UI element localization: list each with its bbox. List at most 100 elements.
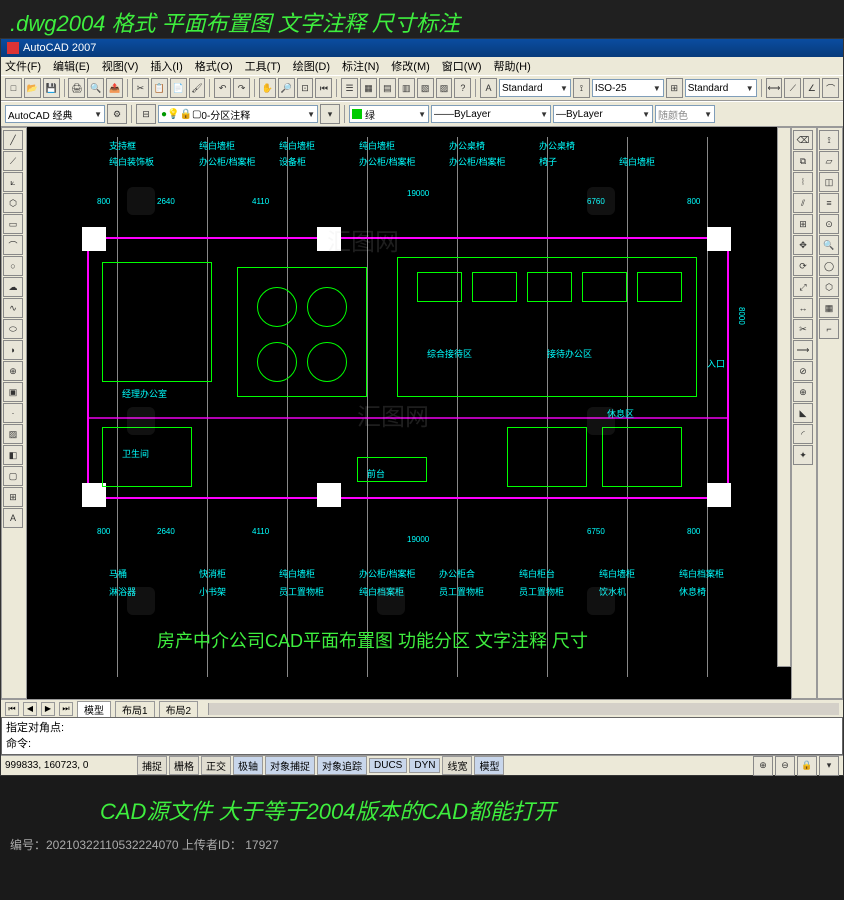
menu-help[interactable]: 帮助(H) — [494, 58, 531, 74]
otrack-toggle[interactable]: 对象追踪 — [317, 756, 367, 775]
line-icon[interactable]: ╱ — [3, 130, 23, 150]
vscroll[interactable] — [777, 127, 791, 667]
revcloud-icon[interactable]: ☁ — [3, 277, 23, 297]
calc-icon[interactable]: ▨ — [436, 78, 453, 98]
lwt-toggle[interactable]: 线宽 — [442, 756, 472, 775]
3dorbit-icon[interactable]: ⬡ — [819, 277, 839, 297]
polygon-icon[interactable]: ⬡ — [3, 193, 23, 213]
menu-format[interactable]: 格式(O) — [195, 58, 233, 74]
menu-edit[interactable]: 编辑(E) — [53, 58, 90, 74]
array-icon[interactable]: ⊞ — [793, 214, 813, 234]
block-icon[interactable]: ▣ — [3, 382, 23, 402]
grid-toggle[interactable]: 栅格 — [169, 756, 199, 775]
tool-palette-icon[interactable]: ▤ — [379, 78, 396, 98]
textstyle-icon[interactable]: A — [480, 78, 497, 98]
redo-icon[interactable]: ↷ — [233, 78, 250, 98]
markup-icon[interactable]: ▧ — [417, 78, 434, 98]
explode-icon[interactable]: ✦ — [793, 445, 813, 465]
layer-prop-icon[interactable]: ⊟ — [136, 104, 156, 124]
dim-linear-icon[interactable]: ⟷ — [766, 78, 783, 98]
plotstyle-select[interactable]: 随颜色 — [655, 105, 715, 123]
scale-icon[interactable]: ⤢ — [793, 277, 813, 297]
rotate-icon[interactable]: ⟳ — [793, 256, 813, 276]
annovis-icon[interactable]: ⊖ — [775, 756, 795, 776]
annoscale-icon[interactable]: ⊕ — [753, 756, 773, 776]
tab-layout2[interactable]: 布局2 — [159, 701, 199, 717]
layer-state-icon[interactable]: ▾ — [320, 104, 340, 124]
tab-next-icon[interactable]: ▶ — [41, 702, 55, 716]
osnap-toggle[interactable]: 对象捕捉 — [265, 756, 315, 775]
tab-first-icon[interactable]: ⏮ — [5, 702, 19, 716]
menu-draw[interactable]: 绘图(D) — [293, 58, 330, 74]
circle-icon[interactable]: ○ — [3, 256, 23, 276]
table-icon[interactable]: ⊞ — [3, 487, 23, 507]
menu-tools[interactable]: 工具(T) — [245, 58, 281, 74]
lock-icon[interactable]: 🔒 — [797, 756, 817, 776]
ellipse-icon[interactable]: ⬭ — [3, 319, 23, 339]
dim-angle-icon[interactable]: ∠ — [803, 78, 820, 98]
menu-window[interactable]: 窗口(W) — [442, 58, 482, 74]
workspace-select[interactable]: AutoCAD 经典 — [5, 105, 105, 123]
table-style-select[interactable]: Standard — [685, 79, 757, 97]
break-icon[interactable]: ⊘ — [793, 361, 813, 381]
tab-last-icon[interactable]: ⏭ — [59, 702, 73, 716]
zoomprev-icon[interactable]: ⏮ — [315, 78, 332, 98]
join-icon[interactable]: ⊕ — [793, 382, 813, 402]
view2-icon[interactable]: ▦ — [819, 298, 839, 318]
arc-icon[interactable]: ⌒ — [3, 235, 23, 255]
fillet-icon[interactable]: ◜ — [793, 424, 813, 444]
dc-icon[interactable]: ▦ — [360, 78, 377, 98]
pan-icon[interactable]: ✋ — [259, 78, 276, 98]
ws-settings-icon[interactable]: ⚙ — [107, 104, 127, 124]
color-select[interactable]: 绿 — [349, 105, 429, 123]
hscroll[interactable] — [208, 703, 839, 715]
pline-icon[interactable]: ⟀ — [3, 172, 23, 192]
command-line[interactable]: 指定对角点: 命令: — [1, 717, 843, 755]
gradient-icon[interactable]: ◧ — [3, 445, 23, 465]
sheet-icon[interactable]: ▥ — [398, 78, 415, 98]
drawing-canvas[interactable]: 支持框 纯白墙柜 纯白墙柜 纯白墙柜 办公桌椅 办公桌椅 纯白装饰板 办公柜/档… — [27, 127, 791, 699]
point-icon[interactable]: · — [3, 403, 23, 423]
open-icon[interactable]: 📂 — [24, 78, 41, 98]
stretch-icon[interactable]: ↔ — [793, 298, 813, 318]
menu-modify[interactable]: 修改(M) — [391, 58, 430, 74]
spline-icon[interactable]: ∿ — [3, 298, 23, 318]
lineweight-select[interactable]: — ByLayer — [553, 105, 653, 123]
xline-icon[interactable]: ⟋ — [3, 151, 23, 171]
snap-toggle[interactable]: 捕捉 — [137, 756, 167, 775]
dimstyle-icon[interactable]: ⟟ — [573, 78, 590, 98]
copy-icon[interactable]: 📋 — [151, 78, 168, 98]
zoomwin-icon[interactable]: ⊡ — [297, 78, 314, 98]
help-icon[interactable]: ? — [454, 78, 471, 98]
move-icon[interactable]: ✥ — [793, 235, 813, 255]
region2-icon[interactable]: ◫ — [819, 172, 839, 192]
menu-dim[interactable]: 标注(N) — [342, 58, 379, 74]
new-icon[interactable]: □ — [5, 78, 22, 98]
tab-layout1[interactable]: 布局1 — [115, 701, 155, 717]
rect-icon[interactable]: ▭ — [3, 214, 23, 234]
menu-file[interactable]: 文件(F) — [5, 58, 41, 74]
properties-icon[interactable]: ☰ — [341, 78, 358, 98]
cut-icon[interactable]: ✂ — [132, 78, 149, 98]
trim-icon[interactable]: ✂ — [793, 319, 813, 339]
dim-arc-icon[interactable]: ⌒ — [822, 78, 839, 98]
area-icon[interactable]: ▱ — [819, 151, 839, 171]
undo-icon[interactable]: ↶ — [214, 78, 231, 98]
region-icon[interactable]: ▢ — [3, 466, 23, 486]
id-icon[interactable]: ⊙ — [819, 214, 839, 234]
dyn-toggle[interactable]: DYN — [409, 758, 440, 773]
tablestyle-icon[interactable]: ⊞ — [666, 78, 683, 98]
extend-icon[interactable]: ⟶ — [793, 340, 813, 360]
chamfer-icon[interactable]: ◣ — [793, 403, 813, 423]
ortho-toggle[interactable]: 正交 — [201, 756, 231, 775]
model-toggle[interactable]: 模型 — [474, 756, 504, 775]
publish-icon[interactable]: 📤 — [106, 78, 123, 98]
layer-select[interactable]: ●💡🔒▢ 0-分区注释 — [158, 105, 318, 123]
tab-prev-icon[interactable]: ◀ — [23, 702, 37, 716]
zoom-icon[interactable]: 🔎 — [278, 78, 295, 98]
linetype-select[interactable]: —— ByLayer — [431, 105, 551, 123]
text-style-select[interactable]: Standard — [499, 79, 571, 97]
insert-icon[interactable]: ⊕ — [3, 361, 23, 381]
zoom2-icon[interactable]: 🔍 — [819, 235, 839, 255]
save-icon[interactable]: 💾 — [43, 78, 60, 98]
